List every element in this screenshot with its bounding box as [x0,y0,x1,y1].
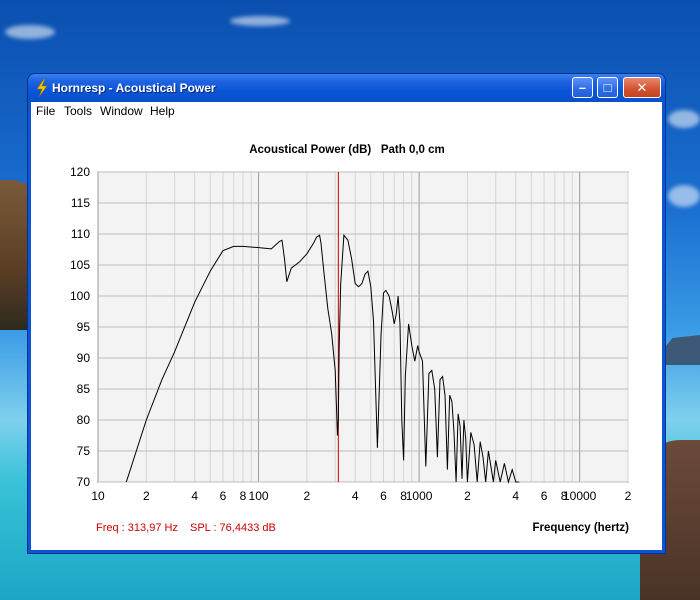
hornresp-window: Hornresp - Acoustical Power – □ ✕ File T… [28,74,665,553]
y-tick-label: 100 [70,289,90,303]
x-tick-label: 2 [464,489,471,503]
x-tick-label: 4 [512,489,519,503]
y-tick-label: 70 [77,475,91,489]
x-axis-label: Frequency (hertz) [533,522,630,534]
menu-help[interactable]: Help [150,104,175,118]
x-tick-label: 8 [240,489,247,503]
readout-spl: SPL : 76,4433 dB [190,522,276,534]
desktop-cloud [668,185,700,207]
y-tick-label: 90 [77,351,91,365]
x-tick-label: 4 [191,489,198,503]
x-tick-label: 6 [541,489,548,503]
y-tick-label: 105 [70,258,90,272]
desktop-cloud [668,110,700,128]
lightning-bolt-icon [36,79,48,97]
y-tick-label: 85 [77,382,91,396]
plot-area: Acoustical Power (dB) Path 0,0 cm 120 115… [31,120,662,550]
x-tick-label: 10000 [563,489,597,503]
y-tick-label: 95 [77,320,91,334]
x-tick-label: 6 [380,489,387,503]
y-axis-ticks: 120 115 110 105 100 95 90 85 80 75 70 [70,165,90,489]
x-tick-label: 6 [220,489,227,503]
y-tick-label: 110 [71,227,90,241]
window-client-area: File Tools Window Help Acoustical Power … [31,102,662,550]
close-icon: ✕ [636,79,648,95]
minimize-button[interactable]: – [572,77,593,98]
minimize-icon: – [578,80,587,95]
chart-title: Acoustical Power (dB) Path 0,0 cm [249,144,445,156]
x-axis-ticks: 10 2 4 6 8 100 2 4 6 81000 2 4 6 810000 2 [91,489,631,503]
readout-frequency: Freq : 313,97 Hz [96,522,178,534]
x-tick-label: 10 [91,489,105,503]
y-tick-label: 120 [70,165,90,179]
y-tick-label: 75 [77,444,91,458]
acoustical-power-chart[interactable]: Acoustical Power (dB) Path 0,0 cm 120 115… [31,120,662,547]
desktop-cloud [5,25,55,39]
title-bar[interactable]: Hornresp - Acoustical Power – □ ✕ [28,74,665,102]
maximize-button[interactable]: □ [597,77,618,98]
close-button[interactable]: ✕ [623,77,661,98]
x-tick-label: 2 [304,489,311,503]
x-tick-label: 100 [249,489,269,503]
y-tick-label: 80 [77,413,91,427]
desktop-cloud [230,16,290,26]
menu-window[interactable]: Window [100,104,143,118]
menu-tools[interactable]: Tools [64,104,92,118]
x-tick-label: 4 [352,489,359,503]
maximize-icon: □ [603,80,612,95]
window-title: Hornresp - Acoustical Power [52,81,216,95]
x-tick-label: 2 [625,489,632,503]
x-tick-label: 2 [143,489,150,503]
y-tick-label: 115 [71,196,90,210]
menu-bar: File Tools Window Help [31,102,662,120]
x-tick-label: 1000 [406,489,433,503]
menu-file[interactable]: File [36,104,55,118]
